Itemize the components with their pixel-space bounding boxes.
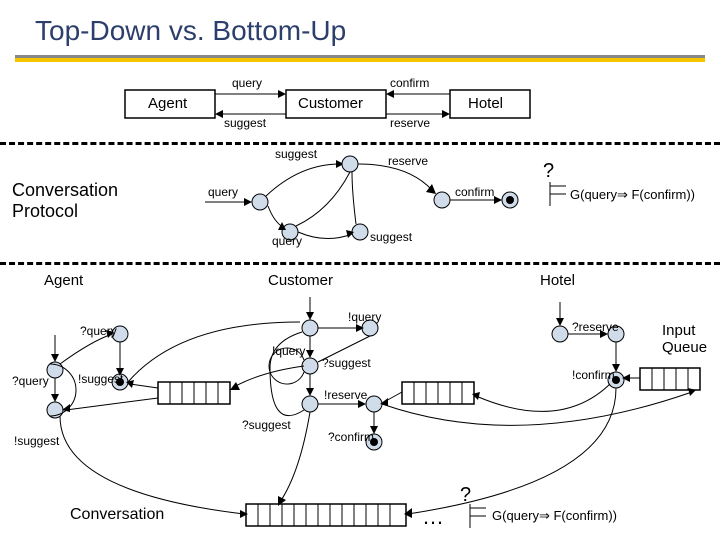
page-title: Top-Down vs. Bottom-Up: [0, 0, 720, 55]
equery-top-label: !query: [348, 310, 381, 324]
esuggest-label: !suggest: [78, 372, 123, 386]
bottom-formula: G(query⇒ F(confirm)): [492, 508, 617, 524]
divider-yellow: [15, 58, 705, 62]
ereserve-label: !reserve: [324, 388, 367, 402]
qquery-label: ?query: [80, 324, 117, 338]
hotel-automaton-label: Hotel: [540, 272, 575, 289]
bottom-qmark: ?: [460, 484, 471, 507]
customer-automaton-label: Customer: [268, 272, 333, 289]
econfirm-label: !confirm: [572, 368, 615, 382]
dots-label: …: [422, 504, 444, 530]
agent-automaton-label: Agent: [44, 272, 83, 289]
equery-label: !query: [272, 344, 305, 358]
diagram-canvas: Agent Customer Hotel query confirm sugge…: [0, 72, 720, 552]
qreserve-label: ?reserve: [572, 320, 619, 334]
qsuggest-label: ?suggest: [322, 356, 371, 370]
qsuggest2-label: ?suggest: [242, 418, 291, 432]
qconfirm-label: ?confirm: [328, 430, 374, 444]
esuggest2-label: !suggest: [14, 434, 59, 448]
conversation-label: Conversation: [70, 506, 164, 524]
qquery2-label: ?query: [12, 374, 49, 388]
input-queue-label: Input Queue: [662, 322, 707, 356]
